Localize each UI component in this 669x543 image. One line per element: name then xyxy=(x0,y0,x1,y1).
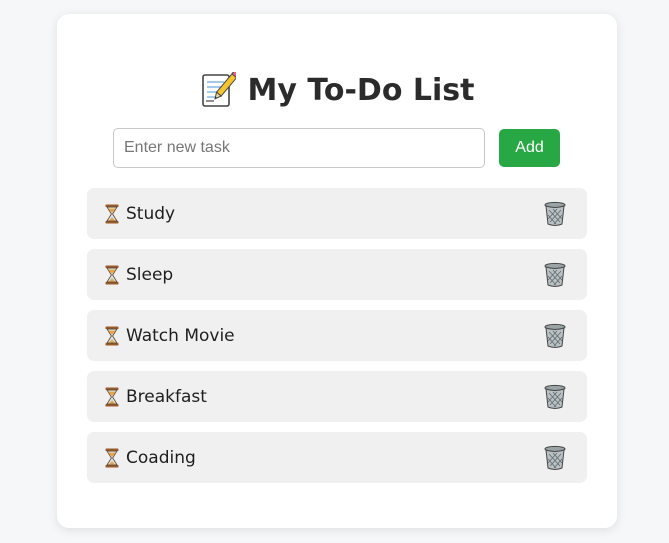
task-item: Breakfast xyxy=(87,371,587,422)
memo-icon xyxy=(201,72,236,107)
trash-icon xyxy=(544,323,566,348)
hourglass-icon xyxy=(105,204,119,223)
delete-task-button[interactable] xyxy=(543,445,567,471)
task-item: Sleep xyxy=(87,249,587,300)
new-task-input[interactable] xyxy=(113,128,485,168)
new-task-form: Add xyxy=(113,128,560,168)
trash-icon xyxy=(544,445,566,470)
hourglass-icon xyxy=(105,265,119,284)
task-label: Sleep xyxy=(126,264,174,285)
header: My To-Do List xyxy=(57,68,617,112)
delete-task-button[interactable] xyxy=(543,201,567,227)
hourglass-icon xyxy=(105,387,119,406)
trash-icon xyxy=(544,262,566,287)
task-label: Study xyxy=(126,203,176,224)
page-title: My To-Do List xyxy=(247,72,475,108)
task-label: Breakfast xyxy=(126,386,207,407)
hourglass-icon xyxy=(105,326,119,345)
delete-task-button[interactable] xyxy=(543,323,567,349)
hourglass-icon xyxy=(105,448,119,467)
delete-task-button[interactable] xyxy=(543,262,567,288)
trash-icon xyxy=(544,201,566,226)
task-item: Coading xyxy=(87,432,587,483)
todo-card: My To-Do List Add Study xyxy=(57,14,617,528)
task-label: Coading xyxy=(126,447,196,468)
task-item: Study xyxy=(87,188,587,239)
delete-task-button[interactable] xyxy=(543,384,567,410)
add-task-button[interactable]: Add xyxy=(499,129,560,167)
task-label: Watch Movie xyxy=(126,325,235,346)
task-list: Study Sleep Watch Movie Breakfast Coadin… xyxy=(87,188,587,493)
task-item: Watch Movie xyxy=(87,310,587,361)
trash-icon xyxy=(544,384,566,409)
